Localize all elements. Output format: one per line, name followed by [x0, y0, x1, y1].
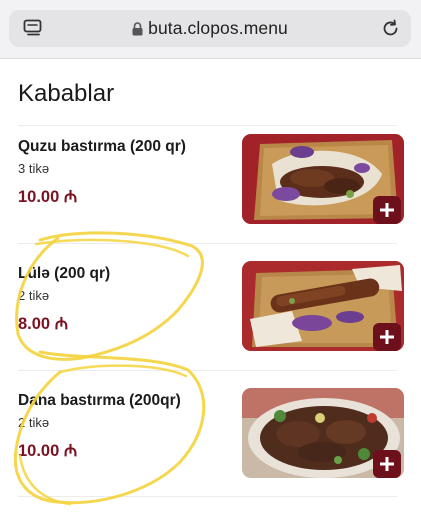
address-bar[interactable]: buta.clopos.menu — [9, 10, 411, 47]
add-to-cart-button[interactable] — [373, 450, 401, 478]
menu-item[interactable]: Dana bastırma (200qr) 2 tikə 10.00 ₼ — [0, 384, 421, 502]
item-price: 10.00 ₼ — [18, 188, 78, 206]
item-name: Dana bastırma (200qr) — [18, 392, 181, 409]
item-price: 10.00 ₼ — [18, 442, 78, 460]
divider — [18, 125, 397, 126]
plus-icon — [380, 203, 394, 217]
plus-icon — [380, 457, 394, 471]
item-name: Quzu bastırma (200 qr) — [18, 138, 186, 155]
item-price: 8.00 ₼ — [18, 315, 69, 333]
plus-icon — [380, 330, 394, 344]
menu-item[interactable]: Quzu bastırma (200 qr) 3 tikə 10.00 ₼ — [0, 130, 421, 248]
divider — [18, 496, 397, 497]
item-quantity: 3 tikə — [18, 161, 50, 176]
item-quantity: 2 tikə — [18, 288, 50, 303]
divider — [18, 370, 397, 371]
add-to-cart-button[interactable] — [373, 196, 401, 224]
lock-icon — [132, 21, 143, 35]
category-title: Kabablar — [18, 80, 115, 107]
item-quantity: 2 tikə — [18, 415, 50, 430]
menu-item[interactable]: Lülə (200 qr) 2 tikə 8.00 ₼ — [0, 257, 421, 375]
add-to-cart-button[interactable] — [373, 323, 401, 351]
item-name: Lülə (200 qr) — [18, 265, 111, 282]
divider — [18, 243, 397, 244]
browser-toolbar: buta.clopos.menu — [0, 0, 421, 59]
url-text[interactable]: buta.clopos.menu — [148, 18, 288, 39]
reload-icon[interactable] — [381, 19, 400, 38]
